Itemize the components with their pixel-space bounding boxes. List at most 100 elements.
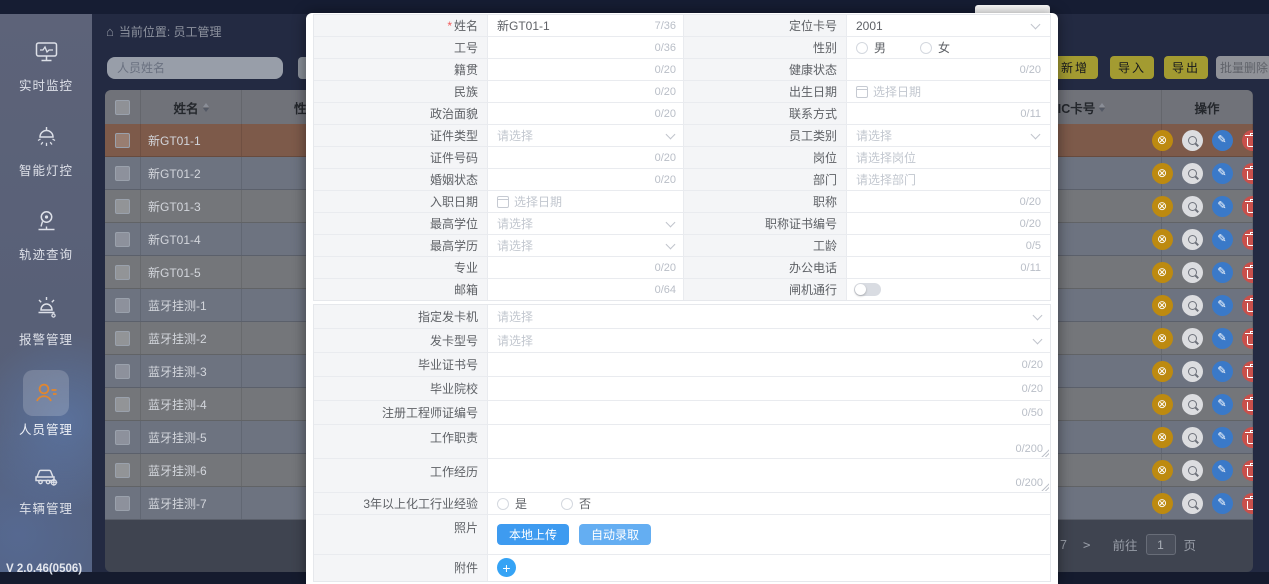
edit-action-button[interactable]: ✎ [1212,328,1233,349]
row-checkbox[interactable] [115,265,130,280]
issue-card-action-button[interactable]: ⊗ [1152,295,1173,316]
籍贯-field[interactable]: 0/20 [488,59,684,80]
delete-action-button[interactable] [1242,460,1254,481]
view-action-button[interactable] [1182,361,1203,382]
row-checkbox[interactable] [115,133,130,148]
证件类型-field[interactable]: 请选择 [488,125,684,146]
edit-action-button[interactable]: ✎ [1212,361,1233,382]
毕业院校-field[interactable]: 0/20 [488,377,1050,400]
goto-page-input[interactable] [1146,534,1176,555]
radio-option-是[interactable]: 是 [497,495,527,512]
issue-card-action-button[interactable]: ⊗ [1152,196,1173,217]
证件号码-field[interactable]: 0/20 [488,147,684,168]
edit-action-button[interactable]: ✎ [1212,394,1233,415]
发卡型号-field[interactable]: 请选择 [488,329,1050,352]
edit-action-button[interactable]: ✎ [1212,229,1233,250]
row-checkbox[interactable] [115,298,130,313]
add-button[interactable]: 新增 [1052,56,1098,79]
sidebar-item-vehicle-management[interactable]: 车辆管理 [0,455,92,540]
view-action-button[interactable] [1182,493,1203,514]
issue-card-action-button[interactable]: ⊗ [1152,130,1173,151]
职称证书编号-field[interactable]: 0/20 [847,213,1048,234]
batch-delete-button[interactable]: 批量删除 [1216,56,1269,79]
issue-card-action-button[interactable]: ⊗ [1152,394,1173,415]
row-checkbox[interactable] [115,463,130,478]
export-button[interactable]: 导出 [1164,56,1208,79]
next-page-button[interactable]: > [1083,537,1091,552]
search-input[interactable] [107,57,283,79]
员工类别-field[interactable]: 请选择 [847,125,1048,146]
add-attachment-button[interactable]: + [497,558,516,577]
毕业证书号-field[interactable]: 0/20 [488,353,1050,376]
民族-field[interactable]: 0/20 [488,81,684,102]
view-action-button[interactable] [1182,295,1203,316]
健康状态-field[interactable]: 0/20 [847,59,1048,80]
row-checkbox[interactable] [115,232,130,247]
部门-field[interactable]: 请选择部门 [847,169,1048,190]
edit-action-button[interactable]: ✎ [1212,196,1233,217]
issue-card-action-button[interactable]: ⊗ [1152,493,1173,514]
注册工程师证编号-field[interactable]: 0/50 [488,401,1050,424]
view-action-button[interactable] [1182,196,1203,217]
issue-card-action-button[interactable]: ⊗ [1152,328,1173,349]
delete-action-button[interactable] [1242,262,1254,283]
指定发卡机-field[interactable]: 请选择 [488,305,1050,328]
delete-action-button[interactable] [1242,394,1254,415]
issue-card-action-button[interactable]: ⊗ [1152,262,1173,283]
row-checkbox[interactable] [115,199,130,214]
view-action-button[interactable] [1182,427,1203,448]
delete-action-button[interactable] [1242,295,1254,316]
local-upload-button[interactable]: 本地上传 [497,524,569,545]
政治面貌-field[interactable]: 0/20 [488,103,684,124]
delete-action-button[interactable] [1242,328,1254,349]
edit-action-button[interactable]: ✎ [1212,262,1233,283]
附件-field[interactable]: + [488,555,1050,581]
工龄-field[interactable]: 0/5 [847,235,1048,256]
工作经历-field[interactable]: 0/200 [488,459,1050,492]
issue-card-action-button[interactable]: ⊗ [1152,460,1173,481]
view-action-button[interactable] [1182,460,1203,481]
性别-field[interactable]: 男女 [847,37,1048,58]
edit-action-button[interactable]: ✎ [1212,493,1233,514]
row-checkbox[interactable] [115,397,130,412]
auto-capture-button[interactable]: 自动录取 [579,524,651,545]
delete-action-button[interactable] [1242,163,1254,184]
工号-field[interactable]: 0/36 [488,37,684,58]
专业-field[interactable]: 0/20 [488,257,684,278]
sidebar-item-smart-light-control[interactable]: 智能灯控 [0,117,92,202]
resize-handle-icon[interactable] [1041,483,1049,491]
row-checkbox[interactable] [115,364,130,379]
view-action-button[interactable] [1182,163,1203,184]
radio-option-男[interactable]: 男 [856,39,886,56]
delete-action-button[interactable] [1242,130,1254,151]
sort-icon[interactable] [1099,103,1105,112]
edit-action-button[interactable]: ✎ [1212,295,1233,316]
select-all-checkbox[interactable] [115,100,130,115]
view-action-button[interactable] [1182,394,1203,415]
出生日期-field[interactable]: 选择日期 [847,81,1048,102]
sidebar-item-alarm-management[interactable]: 报警管理 [0,286,92,371]
delete-action-button[interactable] [1242,196,1254,217]
gate-pass-toggle[interactable] [854,283,881,296]
delete-action-button[interactable] [1242,427,1254,448]
edit-action-button[interactable]: ✎ [1212,130,1233,151]
radio-option-否[interactable]: 否 [561,495,591,512]
issue-card-action-button[interactable]: ⊗ [1152,361,1173,382]
最高学历-field[interactable]: 请选择 [488,235,684,256]
issue-card-action-button[interactable]: ⊗ [1152,163,1173,184]
岗位-field[interactable]: 请选择岗位 [847,147,1048,168]
职称-field[interactable]: 0/20 [847,191,1048,212]
radio-option-女[interactable]: 女 [920,39,950,56]
delete-action-button[interactable] [1242,229,1254,250]
edit-action-button[interactable]: ✎ [1212,427,1233,448]
sidebar-item-personnel-management[interactable]: 人员管理 [0,370,92,455]
sidebar-item-track-query[interactable]: 轨迹查询 [0,201,92,286]
邮箱-field[interactable]: 0/64 [488,279,684,300]
sidebar-item-realtime-monitor[interactable]: 实时监控 [0,32,92,117]
resize-handle-icon[interactable] [1041,449,1049,457]
page-number-7[interactable]: 7 [1060,538,1067,552]
row-checkbox[interactable] [115,331,130,346]
最高学位-field[interactable]: 请选择 [488,213,684,234]
view-action-button[interactable] [1182,328,1203,349]
sort-icon[interactable] [203,103,209,112]
